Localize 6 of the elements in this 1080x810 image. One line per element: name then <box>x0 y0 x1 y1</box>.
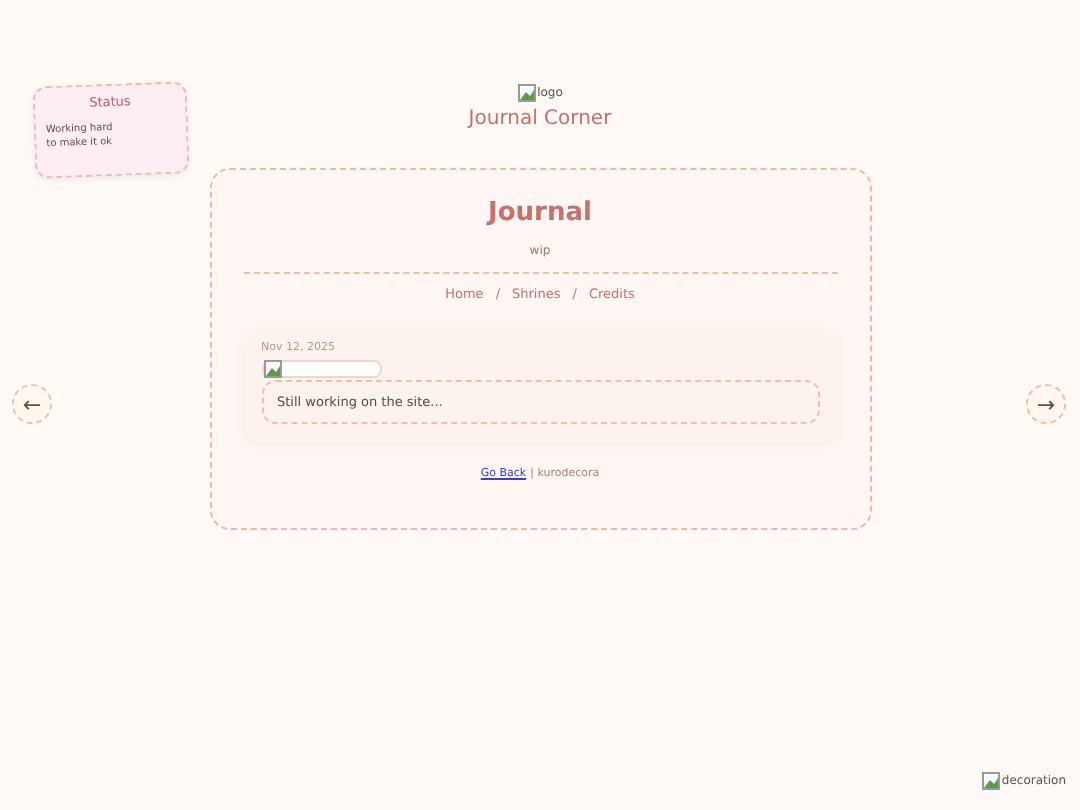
broken-image-icon <box>981 772 1000 790</box>
broken-image-icon <box>517 84 536 102</box>
next-button[interactable]: → <box>1026 384 1066 424</box>
site-title: Journal Corner <box>468 108 612 130</box>
previous-button[interactable]: ← <box>12 384 52 424</box>
journal-title: Journal <box>488 198 592 228</box>
